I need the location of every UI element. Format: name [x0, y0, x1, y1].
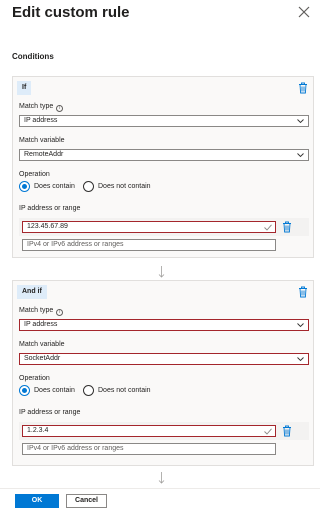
- condition-chip: And if: [17, 285, 47, 299]
- match-type-label: Match type i: [19, 307, 64, 316]
- down-arrow-icon: [158, 266, 165, 278]
- radio-does-contain[interactable]: Does contain: [19, 181, 75, 192]
- match-variable-label: Match variable: [19, 137, 65, 144]
- ip-entry-row: 123.45.67.89: [19, 218, 309, 236]
- match-type-dropdown[interactable]: IP address: [19, 319, 309, 331]
- condition-chip: If: [17, 81, 32, 95]
- info-icon[interactable]: i: [56, 105, 64, 112]
- match-variable-value: SocketAddr: [24, 355, 61, 362]
- radio-does-not-contain[interactable]: Does not contain: [83, 181, 151, 192]
- condition-header: If: [13, 77, 313, 99]
- delete-ip-icon[interactable]: [282, 221, 292, 233]
- ip-entry-row: 1.2.3.4: [19, 422, 309, 440]
- radio-does-contain[interactable]: Does contain: [19, 385, 75, 396]
- panel-title: Edit custom rule: [12, 4, 130, 21]
- info-icon[interactable]: i: [56, 309, 64, 316]
- ip-range-label: IP address or range: [19, 409, 81, 416]
- match-type-label: Match type i: [19, 103, 64, 112]
- operation-label: Operation: [19, 375, 50, 382]
- match-variable-dropdown[interactable]: SocketAddr: [19, 353, 309, 365]
- footer-divider: [0, 488, 320, 489]
- panel-header: Edit custom rule: [0, 0, 320, 30]
- match-type-value: IP address: [24, 321, 58, 328]
- condition-header: And if: [13, 281, 313, 303]
- cancel-button[interactable]: Cancel: [66, 494, 107, 508]
- radio-unchecked: [83, 385, 94, 396]
- match-variable-label: Match variable: [19, 341, 65, 348]
- match-type-value: IP address: [24, 117, 58, 124]
- chevron-down-icon: [297, 152, 304, 158]
- ok-button[interactable]: OK: [15, 494, 59, 508]
- down-arrow-icon: [158, 472, 165, 484]
- checkmark-icon: [264, 224, 272, 231]
- ip-address-value: 1.2.3.4: [27, 427, 49, 434]
- close-icon[interactable]: [298, 6, 310, 18]
- match-type-dropdown[interactable]: IP address: [19, 115, 309, 127]
- radio-checked: [19, 385, 30, 396]
- match-variable-dropdown[interactable]: RemoteAddr: [19, 149, 309, 161]
- condition-card-1: If Match type i IP address Match variable…: [12, 76, 314, 258]
- ip-address-value: 123.45.67.89: [27, 223, 68, 230]
- chevron-down-icon: [297, 118, 304, 124]
- ip-address-input[interactable]: 123.45.67.89: [22, 221, 276, 233]
- ip-range-label: IP address or range: [19, 205, 81, 212]
- radio-checked: [19, 181, 30, 192]
- ip-address-new-input[interactable]: IPv4 or IPv6 address or ranges: [22, 443, 276, 455]
- delete-ip-icon[interactable]: [282, 425, 292, 437]
- match-variable-value: RemoteAddr: [24, 151, 64, 158]
- ip-address-new-input[interactable]: IPv4 or IPv6 address or ranges: [22, 239, 276, 251]
- radio-unchecked: [83, 181, 94, 192]
- operation-label: Operation: [19, 171, 50, 178]
- delete-condition-icon[interactable]: [298, 82, 308, 94]
- radio-does-not-contain[interactable]: Does not contain: [83, 385, 151, 396]
- condition-card-2: And if Match type i IP address Match vari…: [12, 280, 314, 466]
- ip-address-input[interactable]: 1.2.3.4: [22, 425, 276, 437]
- chevron-down-icon: [297, 356, 304, 362]
- conditions-heading: Conditions: [12, 52, 54, 61]
- delete-condition-icon[interactable]: [298, 286, 308, 298]
- checkmark-icon: [264, 428, 272, 435]
- chevron-down-icon: [297, 322, 304, 328]
